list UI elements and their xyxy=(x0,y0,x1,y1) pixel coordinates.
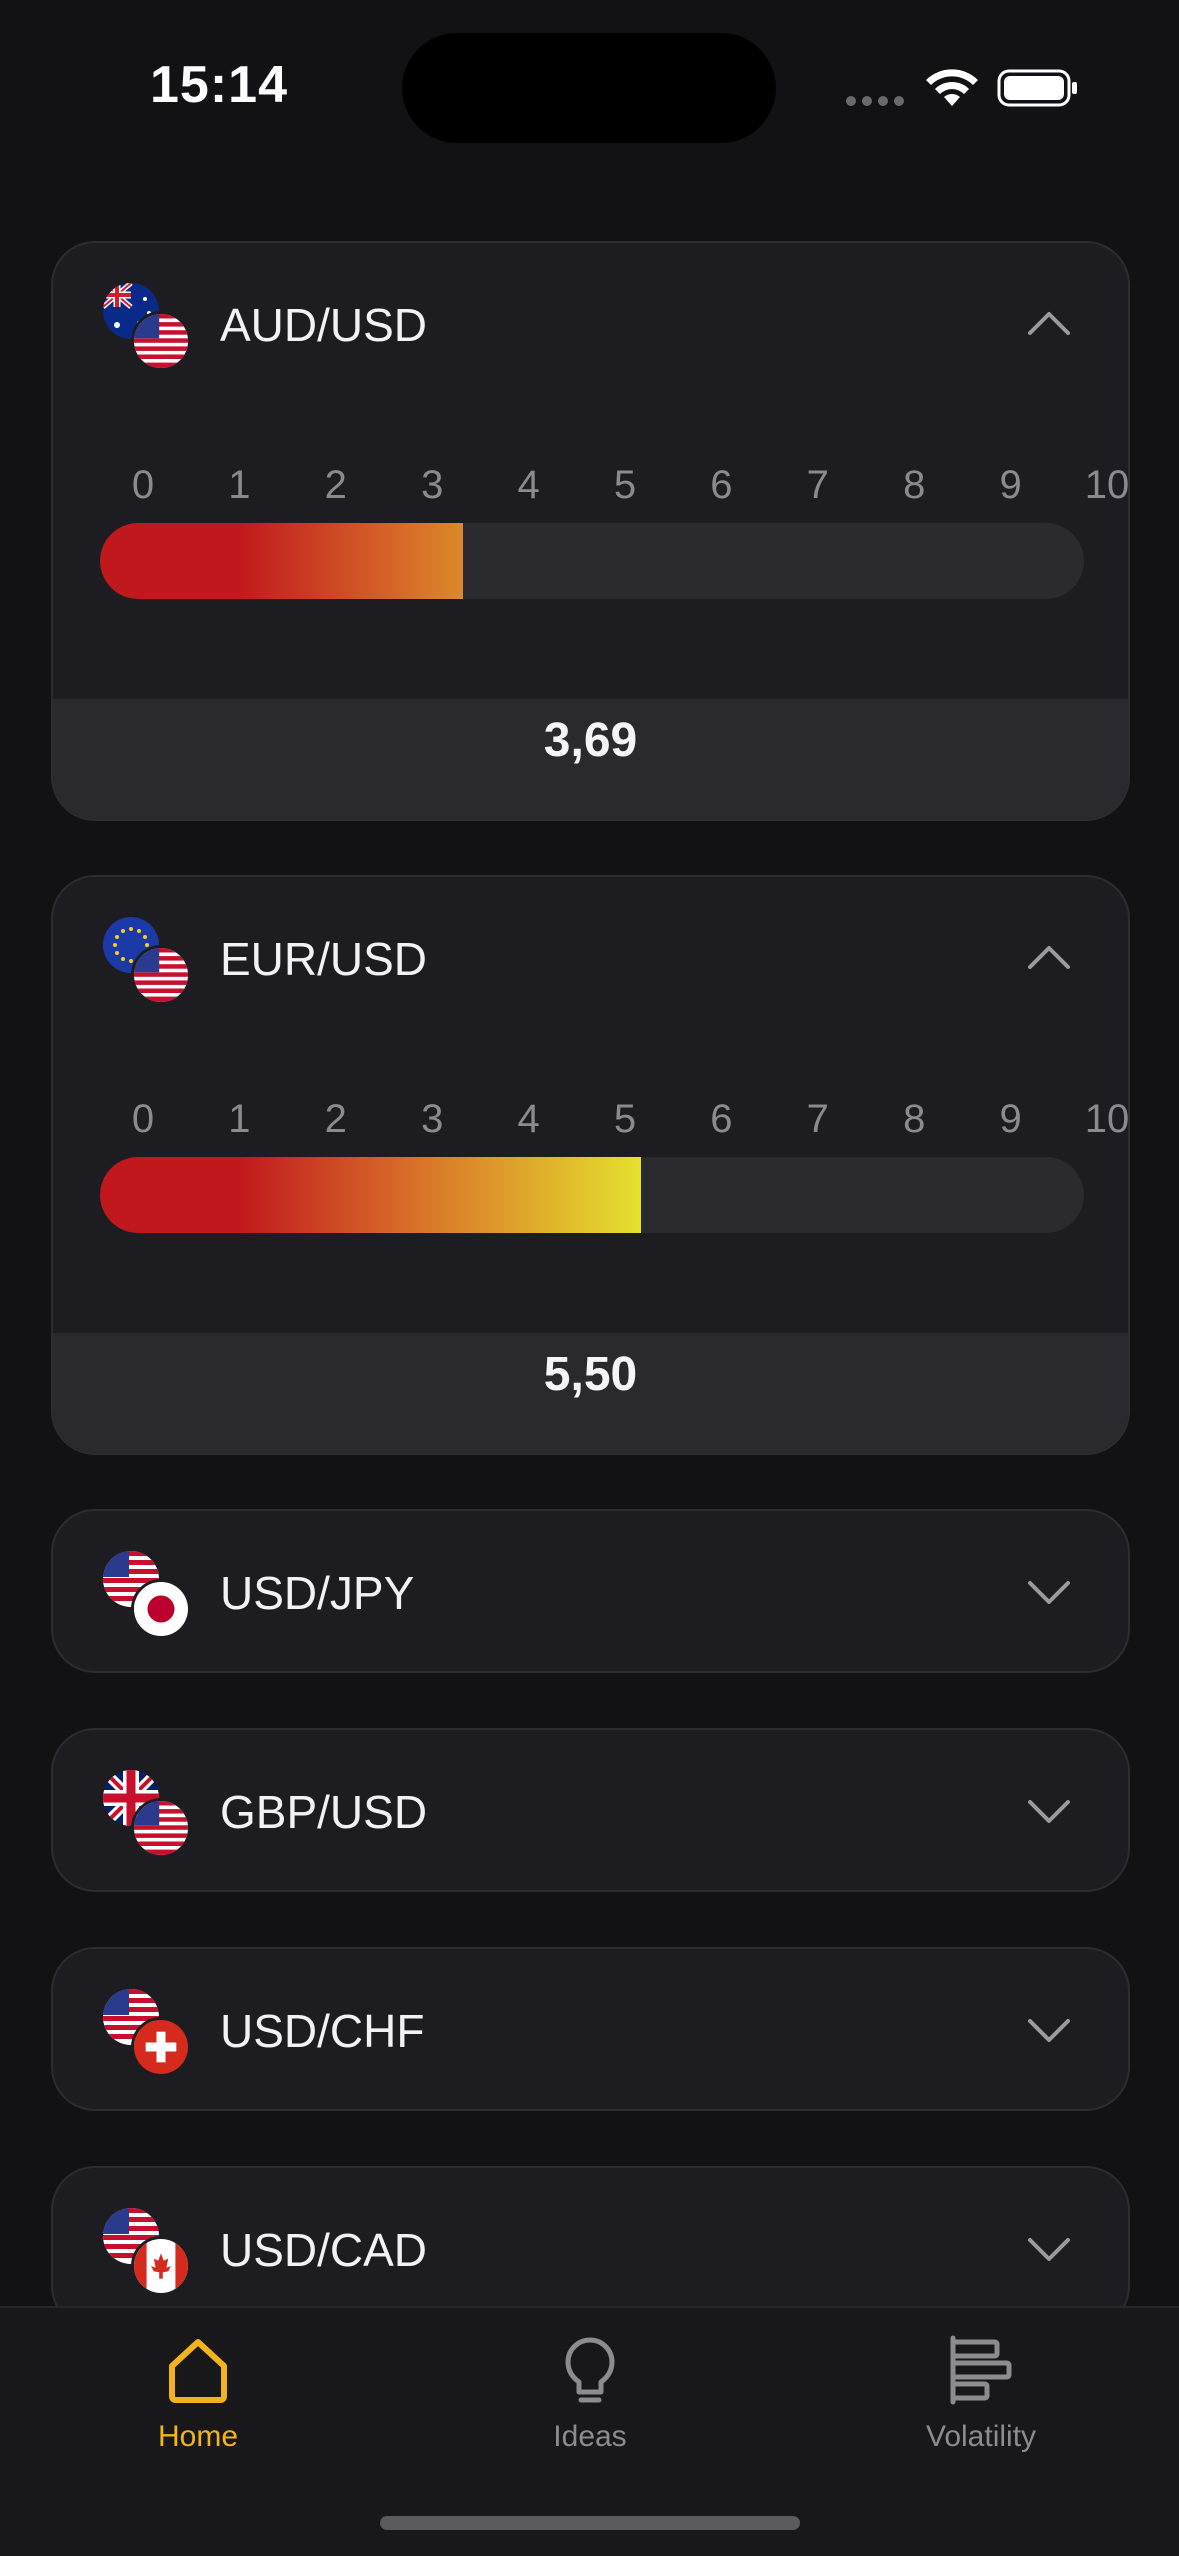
pair-card-header[interactable]: USD/CHF xyxy=(53,1949,1128,2109)
score-footer: 3,69 xyxy=(53,699,1128,819)
pair-card-usd-jpy[interactable]: USD/JPY xyxy=(51,1509,1130,1673)
pair-flags xyxy=(103,917,193,1007)
tab-ideas[interactable]: Ideas xyxy=(460,2328,720,2478)
score-scale: 0 1 2 3 4 5 6 7 8 9 10 xyxy=(132,1097,1128,1147)
chevron-down-icon[interactable] xyxy=(1026,2007,1072,2053)
cellular-signal-icon xyxy=(846,96,904,106)
scale-tick: 2 xyxy=(324,1097,347,1141)
lightbulb-icon xyxy=(565,2337,615,2403)
pair-label: USD/JPY xyxy=(220,1567,415,1619)
pair-card-gbp-usd[interactable]: GBP/USD xyxy=(51,1728,1130,1892)
scale-tick: 10 xyxy=(1084,1097,1130,1141)
scale-tick: 7 xyxy=(806,463,829,507)
scale-tick: 3 xyxy=(421,1097,444,1141)
switzerland-flag-icon xyxy=(131,2017,191,2077)
scale-tick: 2 xyxy=(324,463,347,507)
scale-tick: 0 xyxy=(131,1097,155,1141)
pair-flags xyxy=(103,283,193,373)
scale-tick: 10 xyxy=(1084,463,1130,507)
usa-flag-icon xyxy=(131,1798,191,1858)
chevron-down-icon[interactable] xyxy=(1026,1788,1072,1834)
score-bar xyxy=(100,523,1084,599)
score-bar xyxy=(100,1157,1084,1233)
pair-label: USD/CHF xyxy=(220,2005,425,2057)
pair-card-usd-chf[interactable]: USD/CHF xyxy=(51,1947,1130,2111)
japan-flag-icon xyxy=(131,1579,191,1639)
tab-volatility[interactable]: Volatility xyxy=(851,2328,1111,2478)
status-time: 15:14 xyxy=(150,56,288,114)
chevron-up-icon[interactable] xyxy=(1026,301,1072,347)
usa-flag-icon xyxy=(131,311,191,371)
scale-tick: 9 xyxy=(999,463,1022,507)
scale-tick: 8 xyxy=(903,1097,926,1141)
wifi-icon xyxy=(926,69,978,106)
tab-label: Ideas xyxy=(553,2420,627,2453)
pair-label: GBP/USD xyxy=(220,1786,428,1838)
scale-tick: 3 xyxy=(421,463,444,507)
chevron-down-icon[interactable] xyxy=(1026,2226,1072,2272)
canada-flag-icon xyxy=(131,2236,191,2296)
dynamic-island xyxy=(402,33,776,143)
home-indicator xyxy=(380,2516,800,2530)
scale-tick: 7 xyxy=(806,1097,829,1141)
scale-tick: 4 xyxy=(517,463,540,507)
pair-card-aud-usd: AUD/USD 0 1 2 3 4 5 6 7 8 9 10 3,69 xyxy=(51,241,1130,821)
tab-label: Volatility xyxy=(925,2420,1037,2453)
score-bar-fill xyxy=(100,523,464,599)
bars-icon xyxy=(950,2335,1012,2405)
pair-label: USD/CAD xyxy=(220,2224,428,2276)
scale-tick: 5 xyxy=(613,463,637,507)
chevron-up-icon[interactable] xyxy=(1026,935,1072,981)
pair-card-header[interactable]: USD/JPY xyxy=(53,1511,1128,1671)
scale-tick: 1 xyxy=(228,463,251,507)
pair-label: AUD/USD xyxy=(220,299,428,351)
scale-tick: 9 xyxy=(999,1097,1022,1141)
pair-card-eur-usd: EUR/USD 0 1 2 3 4 5 6 7 8 9 10 5,50 xyxy=(51,875,1130,1455)
score-value: 3,69 xyxy=(543,714,638,767)
scale-tick: 4 xyxy=(517,1097,540,1141)
house-icon xyxy=(169,2339,227,2403)
scale-tick: 5 xyxy=(613,1097,637,1141)
pair-card-header[interactable]: GBP/USD xyxy=(53,1730,1128,1890)
chevron-down-icon[interactable] xyxy=(1026,1569,1072,1615)
usa-flag-icon xyxy=(131,945,191,1005)
tab-label: Home xyxy=(157,2420,239,2453)
pair-card-header[interactable]: EUR/USD xyxy=(53,877,1128,1041)
pair-flags xyxy=(103,1551,193,1641)
scale-tick: 0 xyxy=(131,463,155,507)
pair-flags xyxy=(103,1989,193,2079)
score-footer: 5,50 xyxy=(53,1333,1128,1453)
status-bar: 15:14 xyxy=(0,0,1179,170)
scale-tick: 1 xyxy=(228,1097,251,1141)
score-value: 5,50 xyxy=(543,1348,638,1401)
scale-tick: 8 xyxy=(903,463,926,507)
tab-home[interactable]: Home xyxy=(68,2328,328,2478)
pair-label: EUR/USD xyxy=(220,933,428,985)
pair-flags xyxy=(103,1770,193,1860)
pair-card-header[interactable]: AUD/USD xyxy=(53,243,1128,407)
pair-flags xyxy=(103,2208,193,2298)
score-scale: 0 1 2 3 4 5 6 7 8 9 10 xyxy=(132,463,1128,513)
scale-tick: 6 xyxy=(710,463,733,507)
scale-tick: 6 xyxy=(710,1097,733,1141)
score-bar-fill xyxy=(100,1157,642,1233)
battery-icon xyxy=(997,69,1077,107)
